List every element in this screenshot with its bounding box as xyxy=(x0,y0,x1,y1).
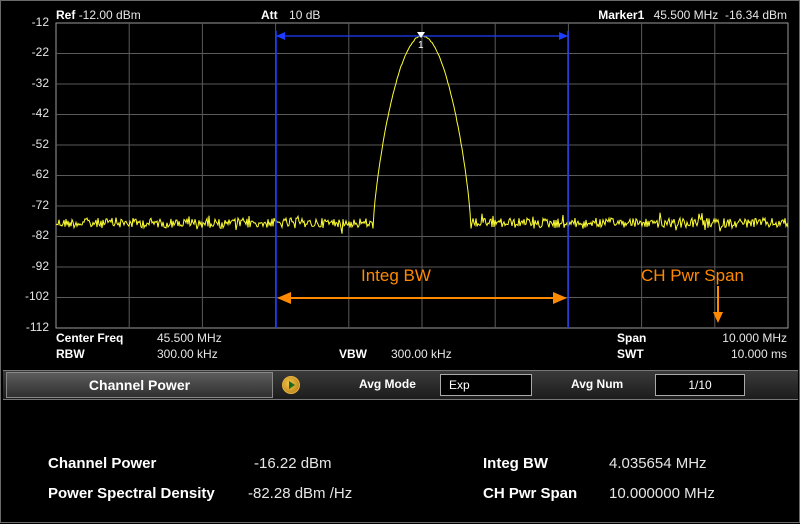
rbw-value: 300.00 kHz xyxy=(157,347,218,361)
span-key: Span xyxy=(617,331,647,345)
channel-power-tab[interactable]: Channel Power xyxy=(6,372,273,398)
analyzer-screen: Ref -12.00 dBm Att 10 dB Marker1 45.500 … xyxy=(0,0,800,523)
vbw-value: 300.00 kHz xyxy=(391,347,452,361)
result-channel-power-label: Channel Power xyxy=(48,455,157,472)
integ-bw-top-arrow-right xyxy=(559,32,568,40)
avg-mode-label: Avg Mode xyxy=(359,377,416,391)
result-psd-value: -82.28 dBm /Hz xyxy=(248,485,353,502)
result-psd-label: Power Spectral Density xyxy=(48,485,215,502)
avg-mode-field[interactable]: Exp xyxy=(440,374,532,396)
integ-bw-top-arrow-left xyxy=(276,32,285,40)
result-ch-pwr-span-label: CH Pwr Span xyxy=(483,485,578,502)
integ-bw-arrow-left xyxy=(277,292,291,304)
result-ch-pwr-span-value: 10.000000 MHz xyxy=(609,485,715,502)
swt-value: 10.000 ms xyxy=(730,347,787,361)
spectrum-plot: 1 Integ BW CH Pwr Span xyxy=(55,22,789,329)
integ-bw-annotation: Integ BW xyxy=(361,266,431,285)
avg-num-label: Avg Num xyxy=(571,377,624,391)
marker-1-label: 1 xyxy=(418,40,424,51)
ch-pwr-span-annotation: CH Pwr Span xyxy=(641,266,744,285)
center-freq-value: 45.500 MHz xyxy=(157,331,222,345)
result-channel-power-value: -16.22 dBm xyxy=(254,455,332,472)
avg-num-field[interactable]: 1/10 xyxy=(655,374,745,396)
swt-key: SWT xyxy=(617,347,644,361)
vbw-key: VBW xyxy=(339,347,367,361)
center-freq-key: Center Freq xyxy=(56,331,124,345)
result-integ-bw-label: Integ BW xyxy=(483,455,548,472)
span-value: 10.000 MHz xyxy=(722,331,787,345)
channel-power-bar: Channel Power Avg Mode Exp Avg Num 1/10 xyxy=(3,370,798,400)
integ-bw-arrow-right xyxy=(553,292,567,304)
play-icon[interactable] xyxy=(282,376,300,394)
result-integ-bw-value: 4.035654 MHz xyxy=(609,455,707,472)
rbw-key: RBW xyxy=(56,347,85,361)
